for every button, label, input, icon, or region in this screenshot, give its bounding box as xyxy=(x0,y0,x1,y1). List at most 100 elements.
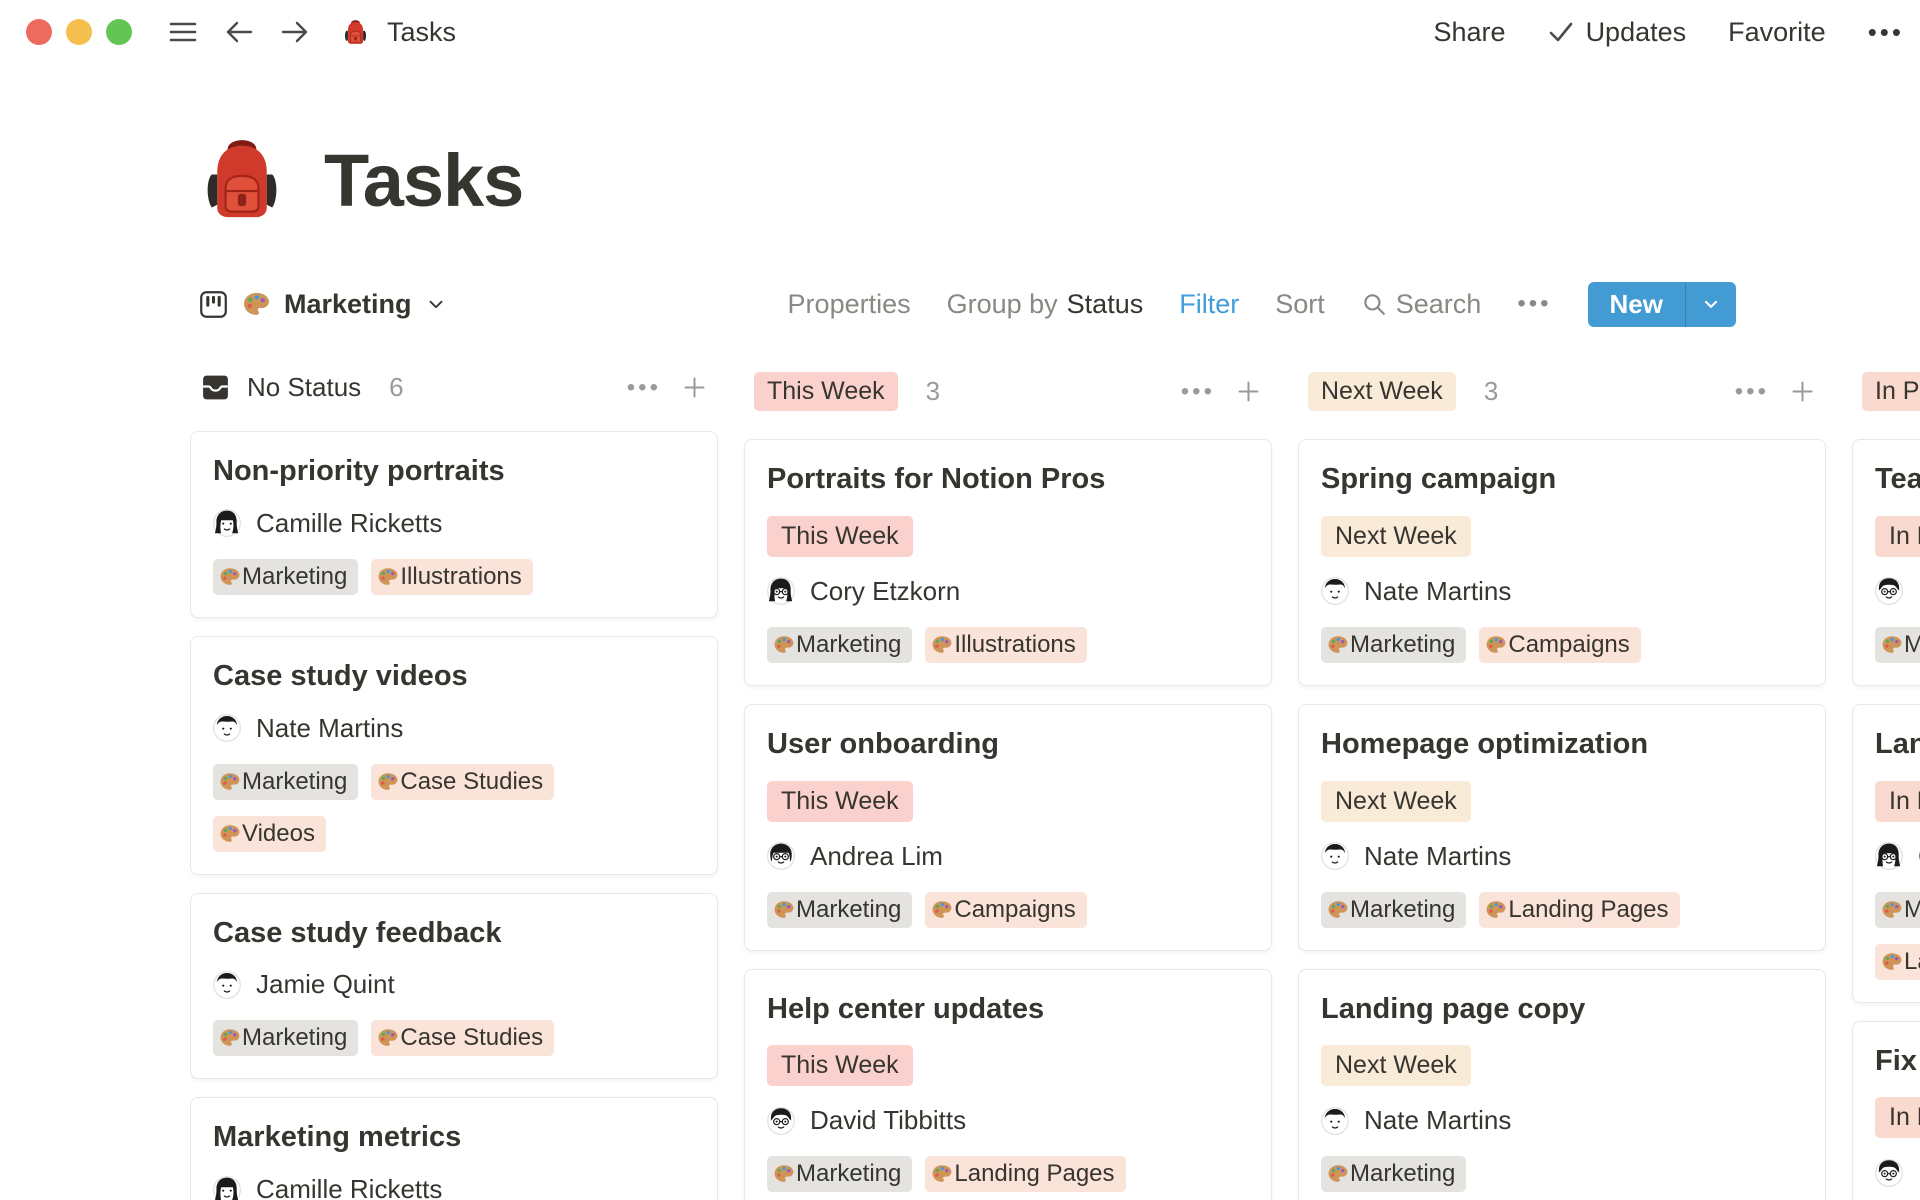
tag-row: Marketing Illustrations xyxy=(767,626,1249,663)
chevron-down-icon xyxy=(425,293,447,315)
palette-icon xyxy=(1327,634,1349,656)
palette-icon xyxy=(1881,899,1903,921)
palette-icon xyxy=(773,899,795,921)
updates-button[interactable]: Updates xyxy=(1548,17,1686,48)
status-row: Next Week xyxy=(1321,497,1803,557)
toolbar-more-button[interactable]: ••• xyxy=(1517,290,1551,318)
window-minimize-button[interactable] xyxy=(66,19,92,45)
tag-label: Marketing xyxy=(1904,895,1920,923)
column-header: This Week 3 ••• xyxy=(744,372,1272,411)
page-header: Tasks xyxy=(198,136,524,224)
task-card[interactable]: Land In Progress C Marketing Landing Page… xyxy=(1852,703,1920,1003)
tag-row: Marketing Landing Pages xyxy=(1321,891,1803,928)
view-selector[interactable]: Marketing xyxy=(198,289,447,320)
palette-icon xyxy=(219,771,241,793)
task-card[interactable]: Portraits for Notion Pros This Week Cory … xyxy=(744,439,1272,686)
column-more-button[interactable]: ••• xyxy=(1181,378,1215,406)
task-card[interactable]: Case study videos Nate Martins Marketing… xyxy=(190,635,718,875)
column-header: No Status 6 ••• xyxy=(190,372,718,403)
card-list: Non-priority portraits Camille Ricketts … xyxy=(190,431,718,1200)
backpack-icon xyxy=(342,19,369,46)
window-titlebar: Tasks Share Updates Favorite ••• xyxy=(0,0,1920,64)
status-badge: Next Week xyxy=(1321,1045,1471,1087)
sidebar-toggle-icon[interactable] xyxy=(168,20,198,44)
palette-icon xyxy=(931,899,953,921)
column-more-button[interactable]: ••• xyxy=(1735,378,1769,406)
tag-chip: Marketing xyxy=(213,558,359,595)
tag-chip: Marketing xyxy=(1875,891,1920,928)
task-card[interactable]: Team In Progress D Marketing xyxy=(1852,439,1920,686)
new-button[interactable]: New xyxy=(1587,281,1736,327)
tag-row: Marketing xyxy=(1875,891,1920,928)
column-title-badge: This Week xyxy=(754,372,898,411)
tag-chip: Videos xyxy=(213,815,326,852)
avatar xyxy=(213,714,241,743)
board: No Status 6 ••• Non-priority portraits Cami… xyxy=(190,372,1920,1200)
palette-icon xyxy=(242,290,271,319)
task-card[interactable]: Marketing metrics Camille Ricketts xyxy=(190,1097,718,1200)
status-row: This Week xyxy=(767,1026,1249,1087)
palette-icon xyxy=(378,1029,398,1047)
window-more-button[interactable]: ••• xyxy=(1868,17,1904,48)
task-card[interactable]: Case study feedback Jamie Quint Marketin… xyxy=(190,892,718,1080)
status-row: In Progress xyxy=(1875,762,1920,822)
tag-label: Case Studies xyxy=(400,1024,544,1052)
sort-button[interactable]: Sort xyxy=(1275,289,1325,320)
window-zoom-button[interactable] xyxy=(106,19,132,45)
group-by-button[interactable]: Group by Status xyxy=(947,289,1144,320)
board-column: No Status 6 ••• Non-priority portraits Cami… xyxy=(190,372,718,1200)
share-button[interactable]: Share xyxy=(1434,17,1506,48)
breadcrumb[interactable]: Tasks xyxy=(342,17,456,48)
task-card[interactable]: Spring campaign Next Week Nate Martins Ma… xyxy=(1298,439,1826,686)
palette-icon xyxy=(377,1027,399,1049)
back-arrow-icon[interactable] xyxy=(224,18,254,46)
favorite-button[interactable]: Favorite xyxy=(1728,17,1826,48)
avatar-icon xyxy=(1321,1106,1349,1135)
tag-label: Illustrations xyxy=(954,630,1076,658)
window-close-button[interactable] xyxy=(26,19,52,45)
column-title-badge: In Progress xyxy=(1862,372,1920,411)
avatar-icon xyxy=(1321,842,1349,871)
avatar-icon xyxy=(1875,577,1903,606)
column-more-button[interactable]: ••• xyxy=(627,374,661,402)
tag-label: Campaigns xyxy=(954,895,1076,923)
task-card[interactable]: Help center updates This Week David Tibbi… xyxy=(744,968,1272,1200)
card-title: Fix s xyxy=(1875,1044,1920,1077)
assignee: Nate Martins xyxy=(1321,841,1803,872)
tag-chip: Marketing xyxy=(1321,891,1467,928)
task-card[interactable]: Non-priority portraits Camille Ricketts … xyxy=(190,431,718,618)
task-card[interactable]: Landing page copy Next Week Nate Martins … xyxy=(1298,968,1826,1200)
tag-row: Landing Pages xyxy=(1875,943,1920,980)
tag-label: Case Studies xyxy=(400,767,544,795)
tag-row: Marketing Campaigns xyxy=(767,891,1249,928)
assignee-name: Jamie Quint xyxy=(256,969,395,1000)
card-title: Portraits for Notion Pros xyxy=(767,463,1106,495)
tag-chip: Case Studies xyxy=(371,1020,555,1057)
card-title: Spring campaign xyxy=(1321,463,1557,495)
tag-chip: Marketing xyxy=(1875,626,1920,663)
add-card-button[interactable] xyxy=(1235,378,1262,405)
add-card-button[interactable] xyxy=(681,374,708,401)
new-dropdown-chevron-icon[interactable] xyxy=(1685,281,1736,327)
forward-arrow-icon[interactable] xyxy=(280,18,310,46)
assignee: D xyxy=(1875,576,1920,607)
tag-chip: Campaigns xyxy=(1479,626,1641,663)
column-count: 3 xyxy=(1483,376,1499,406)
tag-label: Illustrations xyxy=(400,562,522,590)
palette-icon xyxy=(1328,1165,1348,1183)
properties-button[interactable]: Properties xyxy=(788,289,911,320)
add-card-button[interactable] xyxy=(1789,378,1816,405)
filter-button[interactable]: Filter xyxy=(1179,289,1239,320)
column-count: 3 xyxy=(925,376,941,406)
tag-label: Videos xyxy=(242,819,315,847)
assignee: Camille Ricketts xyxy=(213,508,695,539)
search-button[interactable]: Search xyxy=(1361,289,1481,320)
breadcrumb-title: Tasks xyxy=(387,16,457,47)
task-card[interactable]: Homepage optimization Next Week Nate Mart… xyxy=(1298,703,1826,951)
card-title: User onboarding xyxy=(767,727,1000,760)
task-card[interactable]: User onboarding This Week Andrea Lim Mark… xyxy=(744,703,1272,951)
page-icon-backpack[interactable] xyxy=(198,136,286,224)
status-badge: In Progress xyxy=(1875,515,1920,557)
card-title: Case study videos xyxy=(213,659,468,692)
task-card[interactable]: Fix sIn Progress D Marketing xyxy=(1852,1020,1920,1200)
